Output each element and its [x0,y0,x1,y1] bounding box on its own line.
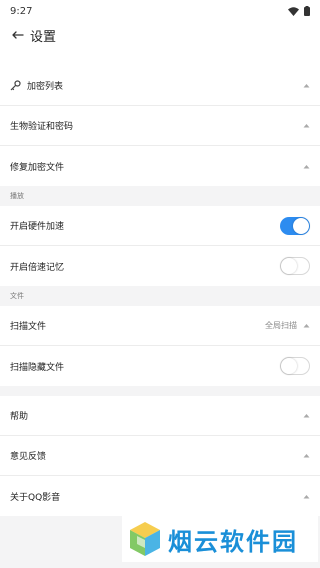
row-bio-password[interactable]: 生物验证和密码 [0,106,320,146]
header-gap [0,48,320,66]
section-label-playback: 播放 [0,186,320,206]
row-feedback[interactable]: 意见反馈 [0,436,320,476]
chevron-up-icon [302,412,310,420]
key-icon [10,80,21,91]
toggle-knob [281,258,297,274]
chevron-up-icon [302,452,310,460]
watermark-text: 烟云软件园 [168,527,298,556]
row-label: 加密列表 [27,82,64,92]
header: 设置 [0,22,320,48]
chevron-up-icon [302,492,310,500]
chevron-up-icon [302,162,310,170]
back-arrow-icon[interactable] [10,27,26,43]
toggle-knob [281,358,297,374]
row-label: 修复加密文件 [10,162,65,173]
row-hardware-accel: 开启硬件加速 [0,206,320,246]
row-label: 扫描文件 [10,322,47,332]
row-about[interactable]: 关于QQ影音 [0,476,320,516]
files-group: 扫描文件 全局扫描 扫描隐藏文件 [0,306,320,386]
encryption-group: 加密列表 生物验证和密码 修复加密文件 [0,66,320,186]
row-repair-encrypted[interactable]: 修复加密文件 [0,146,320,186]
cube-logo-icon [130,522,160,556]
row-label: 扫描隐藏文件 [10,362,65,373]
scan-mode-value: 全局扫描 [265,321,297,330]
row-label: 意见反馈 [10,452,47,462]
chevron-up-icon [302,322,310,330]
scan-hidden-toggle[interactable] [280,357,310,375]
row-label: 帮助 [10,412,29,422]
status-bar: 9:27 [0,0,320,22]
hardware-accel-toggle[interactable] [280,216,310,235]
status-icons [288,6,310,16]
row-speed-memory: 开启倍速记忆 [0,246,320,286]
row-label: 关于QQ影音 [10,492,61,503]
row-scan-files[interactable]: 扫描文件 全局扫描 [0,306,320,346]
section-label-files: 文件 [0,286,320,306]
speed-memory-toggle[interactable] [280,257,310,275]
row-label: 生物验证和密码 [10,122,74,132]
playback-group: 开启硬件加速 开启倍速记忆 [0,206,320,286]
chevron-up-icon [302,122,310,130]
row-label: 开启硬件加速 [10,222,65,232]
row-encrypted-list[interactable]: 加密列表 [0,66,320,106]
page-title: 设置 [30,29,57,45]
row-label: 开启倍速记忆 [10,262,65,273]
other-group: 帮助 意见反馈 关于QQ影音 [0,396,320,516]
row-scan-hidden: 扫描隐藏文件 [0,346,320,386]
battery-icon [304,6,310,16]
watermark: 烟云软件园 [122,516,318,562]
section-spacer [0,386,320,396]
wifi-icon [288,6,299,16]
toggle-knob [293,217,309,234]
chevron-up-icon [302,82,310,90]
status-time: 9:27 [10,5,33,17]
row-help[interactable]: 帮助 [0,396,320,436]
